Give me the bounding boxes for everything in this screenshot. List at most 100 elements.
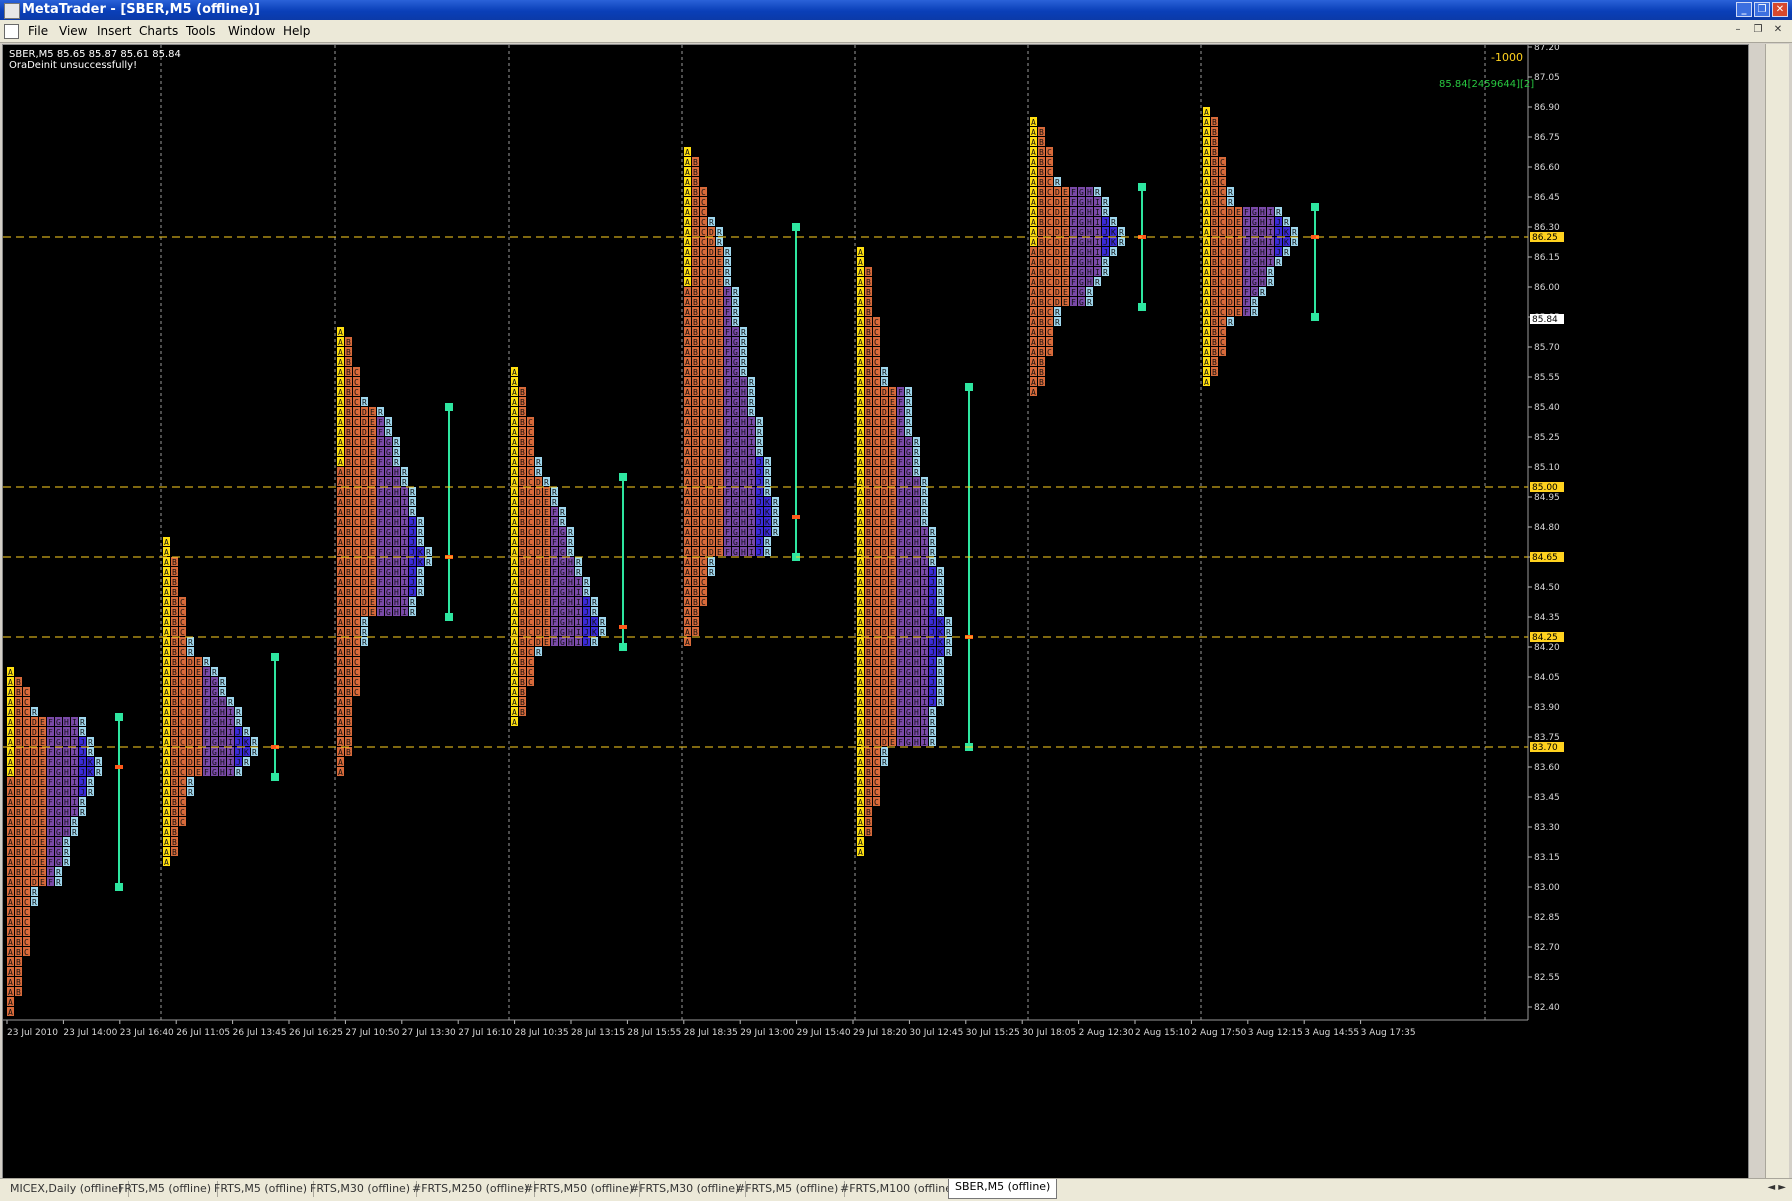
profile-letter-5-20-7: R: [914, 448, 919, 457]
menu-window[interactable]: Window: [228, 24, 275, 38]
profile-letter-5-21-7: R: [914, 458, 919, 467]
profile-letter-5-49-9: R: [930, 738, 935, 747]
profile-letter-5-33-3: D: [882, 578, 887, 587]
profile-letter-5-17-1: B: [866, 418, 871, 427]
profile-letter-6-11-7: H: [1087, 228, 1092, 237]
mdi-minimize-icon[interactable]: –: [1730, 23, 1746, 37]
profile-letter-6-2-0: A: [1031, 138, 1036, 147]
profile-letter-6-7-7: H: [1087, 188, 1092, 197]
menu-charts[interactable]: Charts: [139, 24, 178, 38]
profile-letter-6-8-6: G: [1079, 198, 1084, 207]
profile-letter-4-8-0: A: [685, 228, 690, 237]
y-tick-label-22: 83.90: [1534, 703, 1560, 713]
profile-letter-5-4-0: A: [858, 288, 863, 297]
profile-letter-1-19-0: A: [164, 728, 169, 737]
chart-area[interactable]: 87.20 87.05 86.90 86.75 86.60 86.45 86.30 86.15…: [2, 44, 1749, 1186]
profile-letter-1-19-9: J: [236, 728, 241, 737]
profile-letter-5-34-4: E: [890, 588, 895, 597]
profile-letter-4-18-0: A: [685, 328, 690, 337]
tab-5[interactable]: #FRTS,M50 (offline): [518, 1181, 641, 1197]
profile-letter-2-31-3: R: [362, 638, 367, 647]
tab-8[interactable]: #FRTS,M100 (offline): [834, 1181, 964, 1197]
profile-letter-2-7-2: C: [354, 398, 359, 407]
profile-letter-4-33-4: E: [717, 478, 722, 487]
profile-letter-6-25-0: A: [1031, 368, 1036, 377]
mdi-close-icon[interactable]: ✕: [1770, 23, 1786, 37]
maximize-button[interactable]: ❐: [1754, 2, 1770, 17]
profile-letter-1-18-4: E: [196, 718, 201, 727]
profile-letter-2-24-7: H: [394, 568, 399, 577]
profile-letter-4-16-1: B: [693, 308, 698, 317]
profile-letter-3-26-4: E: [544, 628, 549, 637]
profile-letter-7-13-8: I: [1268, 238, 1273, 247]
tab-6[interactable]: #FRTS,M30 (offline): [624, 1181, 747, 1197]
profile-letter-0-9-0: A: [8, 758, 13, 767]
right-scrollbar[interactable]: [1765, 44, 1789, 1186]
profile-letter-3-21-7: H: [568, 578, 573, 587]
profile-letter-2-29-1: B: [346, 618, 351, 627]
profile-letter-2-4-0: A: [338, 368, 343, 377]
profile-letter-0-15-7: H: [64, 818, 69, 827]
menu-view[interactable]: View: [59, 24, 87, 38]
profile-letter-0-12-1: B: [16, 788, 21, 797]
profile-letter-5-40-7: H: [914, 648, 919, 657]
profile-letter-5-24-0: A: [858, 488, 863, 497]
profile-letter-2-17-8: I: [402, 498, 407, 507]
profile-letter-4-44-2: C: [701, 588, 706, 597]
profile-letter-4-37-0: A: [685, 518, 690, 527]
profile-letter-4-12-1: B: [693, 268, 698, 277]
profile-letter-2-16-4: E: [370, 488, 375, 497]
mdi-restore-icon[interactable]: ❐: [1750, 23, 1766, 37]
profile-letter-1-23-5: F: [204, 768, 209, 777]
profile-letter-0-6-5: F: [48, 728, 53, 737]
tab-3[interactable]: FRTS,M30 (offline): [304, 1181, 418, 1197]
profile-letter-0-21-0: A: [8, 878, 13, 887]
profile-letter-4-18-3: D: [709, 328, 714, 337]
tab-9[interactable]: SBER,M5 (offline): [948, 1179, 1058, 1199]
profile-letter-0-12-10: R: [88, 788, 93, 797]
tab-nav-arrows-icon[interactable]: ◄ ►: [1767, 1182, 1786, 1193]
profile-letter-3-19-1: B: [520, 558, 525, 567]
profile-letter-4-35-8: I: [749, 498, 754, 507]
profile-letter-1-14-7: R: [220, 678, 225, 687]
profile-letter-0-10-5: F: [48, 768, 53, 777]
profile-letter-0-17-0: A: [8, 838, 13, 847]
tab-7[interactable]: #FRTS,M5 (offline): [730, 1181, 846, 1197]
profile-letter-3-18-2: C: [528, 548, 533, 557]
y-tick-label-13: 85.25: [1534, 433, 1560, 443]
document-icon[interactable]: [4, 24, 19, 39]
y-tick-label-10: 85.70: [1534, 343, 1560, 353]
menu-insert[interactable]: Insert: [97, 24, 131, 38]
profile-letter-7-16-3: D: [1228, 268, 1233, 277]
close-button[interactable]: ✕: [1772, 2, 1788, 17]
profile-letter-3-31-0: A: [512, 678, 517, 687]
profile-letter-4-38-7: H: [741, 528, 746, 537]
tab-1[interactable]: FRTS,M5 (offline): [112, 1181, 219, 1197]
profile-letter-1-20-7: H: [220, 738, 225, 747]
tab-4[interactable]: #FRTS,M250 (offline): [406, 1181, 536, 1197]
profile-letter-0-19-3: D: [32, 858, 37, 867]
profile-letter-2-13-5: F: [378, 458, 383, 467]
menu-file[interactable]: File: [28, 24, 48, 38]
tab-0[interactable]: MICEX,Daily (offline): [4, 1181, 130, 1197]
profile-letter-5-36-1: B: [866, 608, 871, 617]
profile-letter-5-38-4: E: [890, 628, 895, 637]
minimize-button[interactable]: _: [1736, 2, 1752, 17]
profile-letter-4-28-4: E: [717, 428, 722, 437]
profile-letter-4-11-2: C: [701, 258, 706, 267]
profile-letter-3-5-1: B: [520, 418, 525, 427]
profile-letter-1-16-1: B: [172, 698, 177, 707]
profile-letter-5-42-10: R: [938, 668, 943, 677]
profile-letter-2-25-0: A: [338, 578, 343, 587]
profile-letter-2-0-0: A: [338, 328, 343, 337]
profile-letter-1-4-1: B: [172, 578, 177, 587]
profile-letter-1-15-2: C: [180, 688, 185, 697]
menu-tools[interactable]: Tools: [186, 24, 216, 38]
profile-letter-6-8-3: D: [1055, 198, 1060, 207]
menu-help[interactable]: Help: [283, 24, 310, 38]
profile-letter-6-12-11: R: [1119, 238, 1124, 247]
profile-letter-4-38-8: I: [749, 528, 754, 537]
tab-2[interactable]: FRTS,M5 (offline): [208, 1181, 315, 1197]
profile-letter-6-20-1: B: [1039, 318, 1044, 327]
profile-letter-0-21-6: R: [56, 878, 61, 887]
